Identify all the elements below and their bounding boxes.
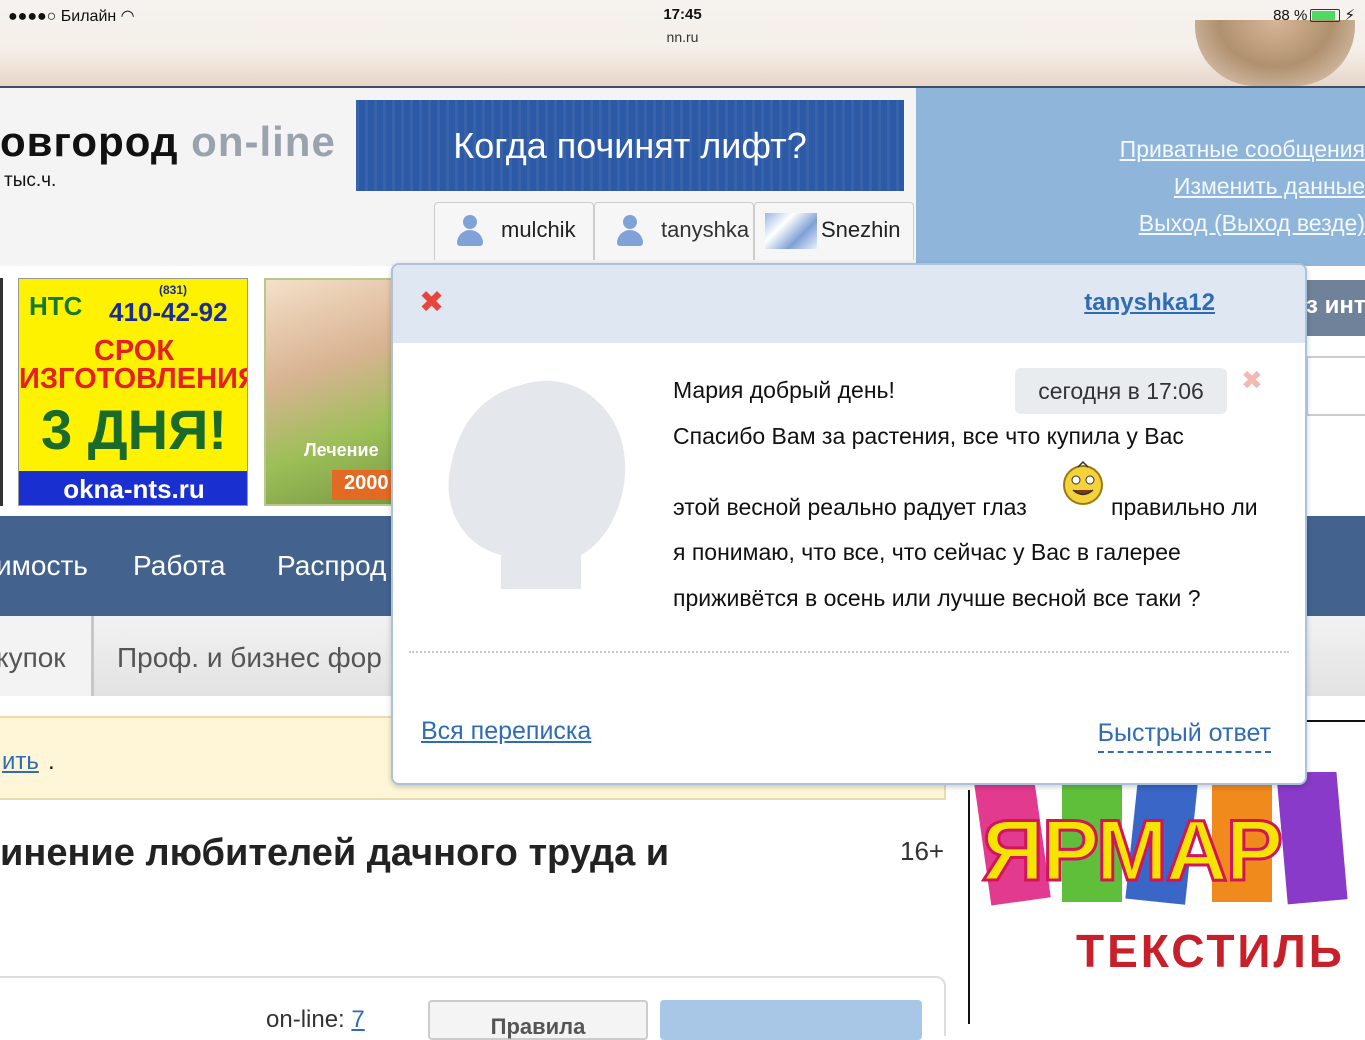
ad-nts-phone: 410-42-92	[109, 297, 228, 327]
message-line: правильно ли	[1111, 494, 1258, 520]
message-timestamp: сегодня в 17:06	[1015, 368, 1227, 414]
online-label: on-line:	[266, 1006, 345, 1033]
ad-clinic[interactable]: Лечение 2000	[264, 278, 394, 506]
right-tab[interactable]: з инт	[1306, 280, 1365, 336]
chat-tab-label: tanyshka	[661, 217, 750, 242]
ad-yarmarka-subtitle: ТЕКСТИЛЬ	[1076, 925, 1345, 977]
ad-nts-code: (831)	[159, 283, 188, 297]
notice-tail: .	[48, 748, 55, 775]
close-icon[interactable]: ✖	[419, 285, 444, 320]
ad-clinic-price: 2000	[332, 470, 392, 500]
message-line: я понимаю, что все, что сейчас у Вас в г…	[673, 539, 1181, 565]
smiley-icon	[1063, 461, 1103, 505]
battery-label: 88 %	[1273, 7, 1308, 24]
ad-nts-line2: ИЗГОТОВЛЕНИЯ	[19, 363, 248, 395]
ad-nts-line3: 3 ДНЯ!	[41, 398, 227, 461]
all-messages-link[interactable]: Вся переписка	[421, 717, 591, 746]
status-bar: ●●●●○ Билайн ◠ 17:45 nn.ru 88 % ⚡	[0, 0, 1365, 86]
ad-nts-line1: СРОК ИЗГОТОВЛЕНИЯ	[19, 337, 248, 395]
sub-nav-item-purchases[interactable]: купок	[0, 642, 66, 674]
sub-nav-item-business[interactable]: Проф. и бизнес фор	[117, 642, 382, 674]
ad-edge	[0, 278, 3, 506]
delete-icon[interactable]: ✖	[1241, 365, 1263, 396]
account-panel: Приватные сообщения Изменить данные Выхо…	[916, 88, 1365, 268]
message-line: приживётся в осень или лучше весной все …	[673, 585, 1201, 611]
private-messages-link[interactable]: Приватные сообщения	[1120, 136, 1365, 163]
site-title-main: овгород	[0, 118, 179, 165]
header-banner[interactable]: Когда починят лифт?	[356, 100, 904, 191]
chat-tab-label: mulchik	[501, 217, 576, 242]
sender-link[interactable]: tanyshka12	[1084, 289, 1215, 317]
chat-tab-tanyshka[interactable]: tanyshka	[594, 202, 754, 260]
nav-item-work[interactable]: Работа	[133, 550, 225, 582]
avatar-image	[765, 213, 817, 249]
message-line: Спасибо Вам за растения, все что купила …	[673, 423, 1184, 449]
ad-nts-brand: НТС	[29, 291, 83, 321]
online-counter: on-line: 7	[266, 1006, 365, 1034]
site-header: овгород on-line тыс.ч. Когда починят лиф…	[0, 86, 1365, 268]
edit-profile-link[interactable]: Изменить данные	[1174, 173, 1365, 200]
message-line: этой весной реально радует глаз	[673, 494, 1027, 520]
quick-reply-link[interactable]: Быстрый ответ	[1097, 719, 1271, 753]
divider	[409, 651, 1289, 653]
right-search-box[interactable]	[1306, 356, 1365, 416]
battery: 88 % ⚡	[1273, 7, 1355, 24]
visitors-count: тыс.ч.	[4, 170, 57, 191]
ad-yarmarka-title: ЯРМАР	[980, 802, 1284, 901]
divider	[968, 790, 970, 1024]
rules-button[interactable]: Правила	[428, 1000, 648, 1040]
user-icon	[615, 215, 645, 247]
site-title-suffix: on-line	[191, 118, 336, 165]
notice-link[interactable]: ить	[2, 748, 39, 776]
site-title[interactable]: овгород on-line	[0, 118, 336, 166]
page-title: инение любителей дачного труда и	[0, 832, 670, 874]
ad-yarmarka[interactable]: ЯРМАР ТЕКСТИЛЬ	[972, 772, 1365, 1024]
avatar-placeholder	[448, 380, 626, 589]
ad-nts[interactable]: НТС (831) 410-42-92 СРОК ИЗГОТОВЛЕНИЯ 3 Д…	[18, 278, 248, 506]
message-popup: ✖ tanyshka12 Мария добрый день! сегодня …	[391, 263, 1307, 785]
chat-tab-snezhin[interactable]: Snezhin	[754, 202, 914, 260]
divider	[1306, 720, 1365, 722]
logout-link[interactable]: Выход (Выход везде)	[1139, 210, 1365, 237]
chat-tab-label: Snezhin	[821, 217, 901, 242]
nav-item-sales[interactable]: Распрод	[277, 550, 386, 582]
clock: 17:45	[663, 6, 702, 23]
ad-clinic-label: Лечение	[304, 440, 379, 460]
chat-tab-mulchik[interactable]: mulchik	[434, 202, 594, 260]
user-icon	[455, 215, 485, 247]
online-count[interactable]: 7	[351, 1006, 364, 1033]
action-button[interactable]	[660, 1000, 922, 1040]
nav-item-realty[interactable]: имость	[0, 550, 88, 582]
age-rating: 16+	[900, 836, 945, 866]
ad-nts-site: okna-nts.ru	[19, 471, 247, 505]
ad-decor	[1276, 772, 1348, 905]
url-label[interactable]: nn.ru	[0, 29, 1365, 45]
message-line: Мария добрый день!	[673, 377, 895, 403]
battery-icon	[1310, 9, 1341, 22]
